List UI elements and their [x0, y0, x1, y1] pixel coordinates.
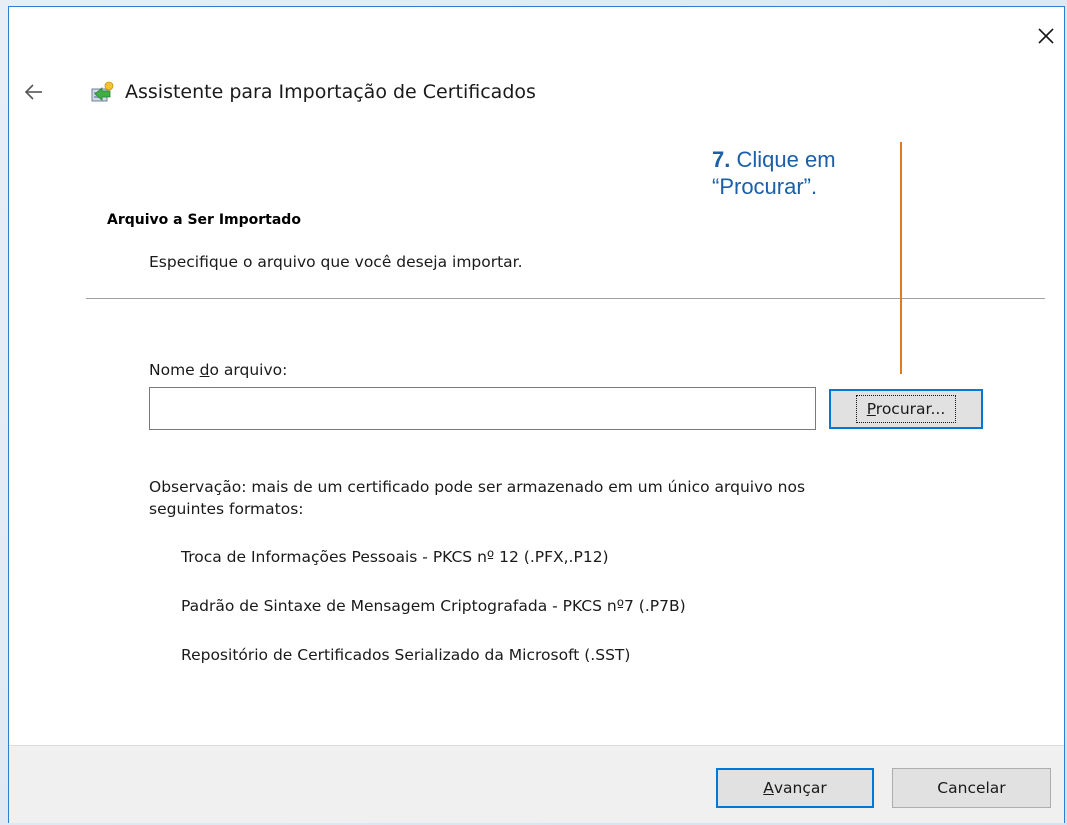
format-item: Troca de Informações Pessoais - PKCS nº …: [181, 548, 609, 566]
certificate-wizard-icon: [91, 81, 114, 102]
back-button[interactable]: [19, 77, 49, 107]
next-button[interactable]: Avançar: [716, 768, 874, 808]
format-item: Repositório de Certificados Serializado …: [181, 646, 631, 664]
section-title: Arquivo a Ser Importado: [107, 212, 301, 228]
file-name-input[interactable]: [149, 387, 816, 430]
callout-pointer-line: [900, 142, 902, 374]
certificate-import-wizard-window: Assistente para Importação de Certificad…: [8, 6, 1065, 823]
cancel-button[interactable]: Cancelar: [892, 768, 1051, 808]
section-description: Especifique o arquivo que você deseja im…: [149, 253, 523, 271]
back-arrow-icon: [24, 84, 42, 100]
wizard-footer: Avançar Cancelar: [9, 745, 1064, 823]
close-button[interactable]: [1031, 21, 1061, 51]
file-name-label: Nome do arquivo:: [149, 361, 288, 379]
tutorial-callout: 7. Clique em “Procurar”.: [712, 147, 836, 199]
browse-button-label: Procurar...: [855, 395, 957, 423]
format-item: Padrão de Sintaxe de Mensagem Criptograf…: [181, 597, 686, 615]
wizard-title: Assistente para Importação de Certificad…: [125, 81, 536, 103]
browse-button[interactable]: Procurar...: [829, 389, 983, 429]
close-icon: [1038, 28, 1054, 44]
formats-note: Observação: mais de um certificado pode …: [149, 478, 806, 518]
